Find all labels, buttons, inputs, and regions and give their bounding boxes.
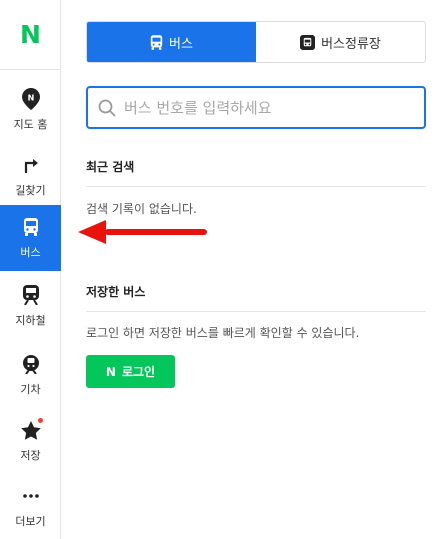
svg-text:N: N [27,94,34,103]
bus-number-input[interactable] [124,98,404,117]
tab-bus[interactable]: 버스 [87,22,256,62]
sidebar-item-label: 지도 홈 [13,118,48,131]
bus-icon [150,34,163,50]
sidebar-item-label: 저장 [20,449,41,462]
notification-dot [37,418,43,423]
sidebar-item-label: 버스 [20,246,41,259]
sidebar-item-label: 더보기 [15,515,46,528]
subway-icon [20,284,42,306]
train-icon [20,353,42,375]
saved-login-message: 로그인 하면 저장한 버스를 빠르게 확인할 수 있습니다. [86,326,360,340]
annotation-arrow-icon [78,220,207,244]
logo-letter: N [20,20,41,49]
tab-bus-stop[interactable]: 버스정류장 [256,22,425,62]
tab-label: 버스 [169,36,193,52]
search-box[interactable] [86,86,426,129]
sidebar-item-bus[interactable]: 버스 [0,205,61,271]
sidebar: N N 지도 홈 길찾기 버스 지하철 기차 저장 더보기 [0,0,61,539]
recent-empty-text: 검색 기록이 없습니다. [86,202,197,216]
recent-search-title: 최근 검색 [86,160,135,174]
map-pin-icon: N [20,88,42,110]
login-label: 로그인 [121,365,156,379]
sidebar-item-map-home[interactable]: N 지도 홈 [0,77,61,143]
search-icon [98,99,116,117]
saved-bus-title: 저장한 버스 [86,285,146,299]
sidebar-item-label: 길찾기 [15,184,46,197]
naver-logo[interactable]: N [0,0,61,70]
sidebar-item-subway[interactable]: 지하철 [0,273,61,339]
divider [86,186,426,187]
sidebar-item-label: 지하철 [15,314,46,327]
star-icon [20,418,43,441]
sidebar-item-more[interactable]: 더보기 [0,474,61,539]
more-icon [20,485,42,507]
sidebar-item-train[interactable]: 기차 [0,342,61,408]
sidebar-item-label: 기차 [20,383,41,396]
bus-tabs: 버스 버스정류장 [86,21,426,63]
bus-stop-icon [300,34,316,50]
divider [86,311,426,312]
tab-label: 버스정류장 [321,36,381,52]
login-button[interactable]: N 로그인 [86,355,175,388]
sidebar-item-directions[interactable]: 길찾기 [0,143,61,209]
directions-icon [20,154,42,176]
naver-logo-icon: N [105,364,116,379]
bus-panel: 버스 버스정류장 최근 검색 검색 기록이 없습니다. 저장한 버스 로그인 하… [62,0,440,539]
sidebar-item-saved[interactable]: 저장 [0,408,61,474]
bus-icon [20,216,42,238]
